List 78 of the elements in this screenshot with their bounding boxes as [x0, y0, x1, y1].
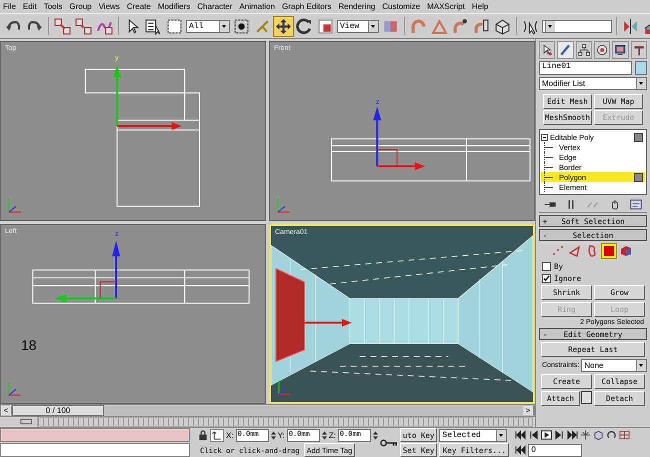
current-frame-field[interactable]: 0 [528, 444, 582, 456]
monitor-tab-icon[interactable] [612, 41, 629, 59]
axis-label: Y: [278, 430, 285, 440]
transform-gizmo [373, 106, 425, 170]
menu-item[interactable]: Create [126, 2, 151, 11]
move-icon[interactable] [274, 16, 293, 36]
collapse-icon[interactable] [541, 134, 548, 140]
menu-item[interactable]: Tools [44, 2, 62, 11]
track-bar-icon[interactable] [20, 418, 34, 426]
cube-icon[interactable] [593, 430, 604, 440]
menu-item[interactable]: MAXScript [427, 2, 465, 11]
script-output-field[interactable] [0, 443, 190, 457]
transform-mode-icon[interactable] [210, 428, 224, 442]
menu-item[interactable]: Help [472, 2, 488, 11]
toggle-square-icon[interactable] [634, 132, 643, 142]
key-icon[interactable] [380, 438, 398, 448]
selection-filter-dropdown[interactable]: All [186, 20, 230, 32]
unlink-icon[interactable] [74, 16, 93, 36]
hierarchy-tab-icon[interactable] [576, 41, 592, 59]
time-slider-thumb[interactable]: 0 / 100 [12, 405, 104, 416]
menu-item[interactable]: Group [69, 2, 92, 11]
axis-tripod-icon [278, 380, 291, 395]
select-by-name-icon[interactable] [144, 16, 163, 36]
mirror-icon[interactable] [621, 16, 640, 36]
axis-tripod-icon [277, 198, 290, 213]
rotate-icon[interactable] [295, 16, 314, 36]
annotation-number: 18 [21, 337, 37, 353]
axis-tripod-icon [8, 381, 21, 396]
checkbox[interactable] [542, 274, 551, 282]
hammer-tab-icon[interactable] [630, 41, 647, 59]
menu-item[interactable]: Character [197, 2, 232, 11]
constraints-dropdown[interactable]: None [581, 359, 647, 372]
triangle-icon[interactable] [568, 244, 582, 258]
menu-item[interactable]: Animation [239, 2, 275, 11]
menu-item[interactable]: Customize [382, 2, 420, 11]
lock-icon[interactable] [198, 430, 208, 440]
menu-item[interactable]: File [3, 2, 16, 11]
menu-item[interactable]: Rendering [338, 2, 376, 11]
scale-icon[interactable] [316, 16, 335, 36]
go-to-start-icon[interactable] [515, 430, 526, 440]
axis-label: Z: [328, 430, 336, 440]
next-frame-button[interactable]: > [523, 406, 534, 415]
transform-gizmo [113, 65, 182, 130]
menu-item[interactable]: Edit [22, 2, 37, 11]
toggle-square-icon[interactable] [634, 172, 643, 182]
square-icon[interactable] [602, 244, 616, 258]
modifier-list-dropdown[interactable]: Modifier List [539, 77, 647, 90]
menu-item[interactable]: Graph Editors [282, 2, 332, 11]
previous-frame-icon[interactable] [528, 430, 540, 440]
pin-icon[interactable] [542, 199, 557, 210]
menu-item[interactable]: Views [98, 2, 120, 11]
play-icon[interactable] [541, 430, 552, 440]
axis-tripod-icon [8, 198, 21, 213]
cursor-tab-icon[interactable] [539, 41, 556, 59]
previous-frame-button[interactable]: < [1, 406, 12, 415]
script-listener-field[interactable] [0, 428, 190, 442]
key-mode-dropdown[interactable]: Selected [439, 428, 508, 442]
motion-tab-icon[interactable] [594, 41, 610, 59]
go-to-end-icon[interactable] [567, 430, 578, 440]
axis-label: X: [226, 430, 234, 440]
named-selection-dropdown[interactable] [542, 20, 612, 32]
menu-item[interactable]: Modifiers [158, 2, 190, 11]
region-select-icon[interactable] [165, 16, 184, 36]
settings-square-icon[interactable] [581, 391, 592, 404]
object-name-field[interactable]: Line01 [539, 61, 632, 75]
link-icon[interactable] [53, 16, 72, 36]
orbit-icon[interactable] [606, 430, 618, 440]
box-icon[interactable] [493, 16, 512, 36]
checkbox[interactable] [542, 262, 551, 270]
time-slider-track[interactable]: < 0 / 100 > [0, 404, 535, 417]
coordinate-system-dropdown[interactable]: View [337, 20, 379, 32]
dots-icon[interactable] [551, 244, 565, 258]
cube-icon[interactable] [619, 244, 633, 258]
next-frame-icon[interactable] [554, 430, 566, 440]
window-crossing-icon[interactable] [232, 16, 251, 36]
configure-icon[interactable] [629, 199, 644, 210]
transform-gizmo [54, 240, 120, 302]
object-color-swatch[interactable] [635, 61, 647, 75]
